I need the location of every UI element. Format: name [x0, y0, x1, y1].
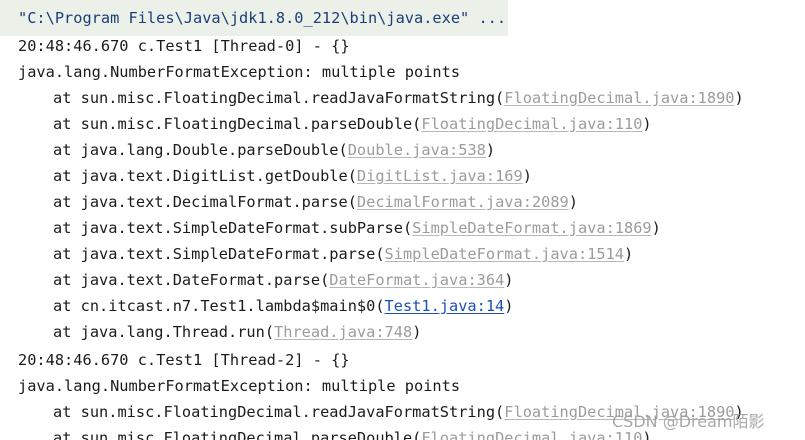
source-link[interactable]: FloatingDecimal.java:110: [421, 115, 642, 133]
frame-close-paren: ): [504, 297, 514, 315]
csdn-watermark: CSDN @Dream陌影: [612, 412, 765, 431]
stack-frame: at java.text.DateFormat.parse(DateFormat…: [53, 267, 514, 293]
frame-method: at java.text.DigitList.getDouble(: [53, 167, 357, 185]
source-link[interactable]: DecimalFormat.java:2089: [357, 193, 569, 211]
frame-close-paren: ): [734, 89, 744, 107]
exception-message: java.lang.NumberFormatException: multipl…: [18, 377, 461, 395]
frame-method: at java.text.DateFormat.parse(: [53, 271, 330, 289]
frame-method: at sun.misc.FloatingDecimal.readJavaForm…: [53, 89, 505, 107]
source-link[interactable]: Thread.java:748: [274, 323, 412, 341]
stack-frame: at sun.misc.FloatingDecimal.parseDouble(…: [53, 111, 652, 137]
exception-message: java.lang.NumberFormatException: multipl…: [18, 63, 461, 81]
frame-method: at sun.misc.FloatingDecimal.parseDouble(: [53, 429, 422, 440]
frame-method: at java.lang.Thread.run(: [53, 323, 275, 341]
log-line-thread-2: 20:48:46.670 c.Test1 [Thread-2] - {}: [18, 351, 350, 369]
source-link[interactable]: Double.java:538: [348, 141, 486, 159]
frame-method: at java.text.DecimalFormat.parse(: [53, 193, 357, 211]
source-link[interactable]: DateFormat.java:364: [329, 271, 504, 289]
log-line-thread-0: 20:48:46.670 c.Test1 [Thread-0] - {}: [18, 37, 350, 55]
frame-close-paren: ): [412, 323, 422, 341]
stack-frame: at java.text.DecimalFormat.parse(Decimal…: [53, 189, 578, 215]
stack-frame: at java.text.SimpleDateFormat.parse(Simp…: [53, 241, 633, 267]
stack-frame: at java.text.DigitList.getDouble(DigitLi…: [53, 163, 532, 189]
frame-method: at cn.itcast.n7.Test1.lambda$main$0(: [53, 297, 385, 315]
console-output: "C:\Program Files\Java\jdk1.8.0_212\bin\…: [0, 0, 805, 440]
stack-frame: at sun.misc.FloatingDecimal.parseDouble(…: [53, 425, 652, 440]
frame-close-paren: ): [642, 115, 652, 133]
source-link-user-code[interactable]: Test1.java:14: [385, 297, 505, 315]
frame-method: at java.text.SimpleDateFormat.subParse(: [53, 219, 413, 237]
source-link[interactable]: SimpleDateFormat.java:1869: [412, 219, 651, 237]
frame-method: at sun.misc.FloatingDecimal.parseDouble(: [53, 115, 422, 133]
frame-close-paren: ): [504, 271, 514, 289]
source-link[interactable]: DigitList.java:169: [357, 167, 523, 185]
frame-method: at java.text.SimpleDateFormat.parse(: [53, 245, 385, 263]
source-link[interactable]: SimpleDateFormat.java:1514: [385, 245, 624, 263]
stack-frame: at java.lang.Thread.run(Thread.java:748): [53, 319, 421, 345]
stack-frame: at java.lang.Double.parseDouble(Double.j…: [53, 137, 495, 163]
frame-close-paren: ): [651, 219, 661, 237]
frame-close-paren: ): [522, 167, 532, 185]
frame-method: at java.lang.Double.parseDouble(: [53, 141, 348, 159]
frame-close-paren: ): [624, 245, 634, 263]
command-line: "C:\Program Files\Java\jdk1.8.0_212\bin\…: [18, 9, 507, 27]
stack-frame: at cn.itcast.n7.Test1.lambda$main$0(Test…: [53, 293, 514, 319]
stack-frame: at sun.misc.FloatingDecimal.readJavaForm…: [53, 85, 744, 111]
frame-method: at sun.misc.FloatingDecimal.readJavaForm…: [53, 403, 505, 421]
frame-close-paren: ): [568, 193, 578, 211]
source-link[interactable]: FloatingDecimal.java:110: [421, 429, 642, 440]
frame-close-paren: ): [485, 141, 496, 159]
source-link[interactable]: FloatingDecimal.java:1890: [504, 89, 734, 107]
stack-frame: at java.text.SimpleDateFormat.subParse(S…: [53, 215, 661, 241]
